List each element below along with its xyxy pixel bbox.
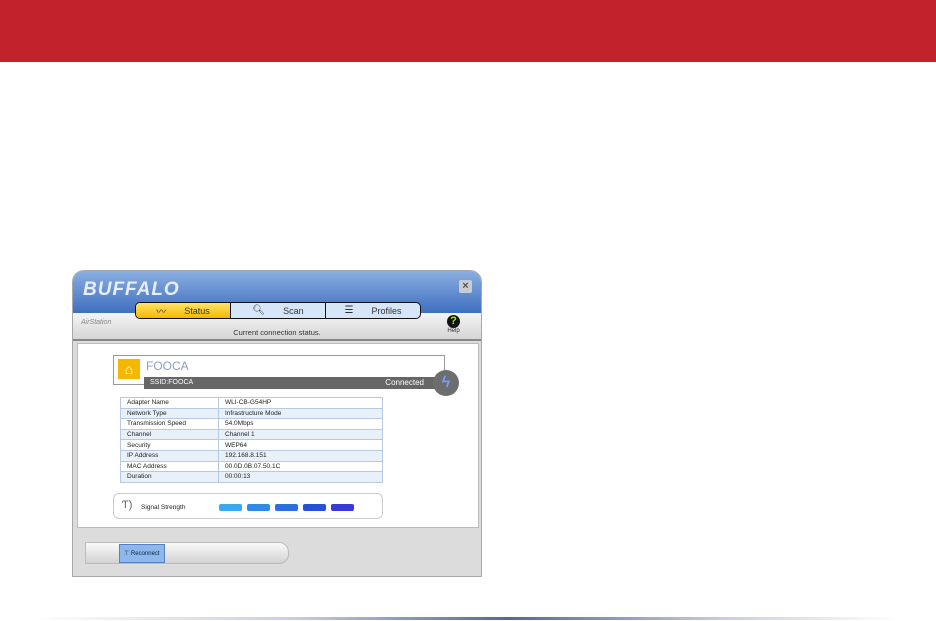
document-icon: ☰ — [344, 305, 354, 316]
ssid-text: SSID:FOOCA — [150, 379, 194, 386]
reconnect-icon: ⊤ — [124, 551, 131, 557]
connected-icon: ϟ — [433, 370, 459, 396]
tab-label: Profiles — [371, 305, 402, 316]
detail-label: Duration — [120, 471, 219, 483]
detail-label: MAC Address — [120, 460, 219, 473]
footer-divider — [30, 617, 900, 620]
detail-label: IP Address — [120, 449, 219, 462]
top-banner — [0, 0, 936, 62]
table-row: Channel Channel 1 — [120, 428, 383, 441]
detail-label: Transmission Speed — [120, 418, 219, 430]
detail-value: 192.168.8.151 — [218, 449, 383, 462]
help-label: Help — [447, 328, 460, 334]
table-row: Adapter Name WLI-CB-G54HP — [120, 397, 383, 409]
detail-value: 00.0D.0B.07.50.1C — [218, 460, 383, 473]
help-button[interactable]: ? Help — [447, 315, 460, 334]
reconnect-button[interactable]: ⊤ Reconnect — [119, 544, 165, 563]
signal-bar — [219, 504, 242, 511]
home-icon: ⌂ — [118, 359, 140, 379]
detail-value: 54.0Mbps — [218, 418, 383, 430]
help-icon: ? — [447, 315, 460, 328]
detail-label: Security — [120, 439, 219, 451]
status-panel: ⌂ FOOCA SSID:FOOCA Connected ϟ Adapter N… — [77, 343, 479, 528]
table-row: Security WEP64 — [120, 439, 383, 451]
tab-scan[interactable]: 🔍︎ Scan — [231, 303, 326, 318]
airstation-brand: AirStation — [81, 319, 112, 326]
table-row: IP Address 192.168.8.151 — [120, 449, 383, 462]
detail-value: Infrastructure Mode — [218, 407, 383, 420]
signal-bar — [275, 504, 298, 511]
detail-label: Network Type — [120, 407, 219, 420]
tab-label: Scan — [283, 305, 304, 316]
signal-wave-icon: 〰 — [156, 307, 167, 318]
close-button[interactable]: × — [459, 280, 472, 293]
client-utility-window: BUFFALO × AirStation Current connection … — [72, 270, 482, 577]
tab-profiles[interactable]: ☰ Profiles — [326, 303, 420, 318]
table-row: Transmission Speed 54.0Mbps — [120, 418, 383, 430]
tab-label: Status — [184, 305, 210, 316]
page-subtitle: Current connection status. — [233, 328, 321, 337]
detail-value: 00:00:13 — [218, 471, 383, 483]
signal-bar — [247, 504, 270, 511]
signal-bar — [303, 504, 326, 511]
action-bar: ⊤ Reconnect — [85, 542, 289, 564]
detail-label: Channel — [120, 428, 219, 441]
detail-value: Channel 1 — [218, 428, 383, 441]
detail-label: Adapter Name — [120, 397, 219, 409]
detail-value: WLI-CB-G54HP — [218, 397, 383, 409]
table-row: MAC Address 00.0D.0B.07.50.1C — [120, 460, 383, 473]
signal-label: Signal Strength — [141, 504, 186, 511]
buffalo-logo: BUFFALO — [83, 279, 180, 300]
signal-strength-box: Ƭ) Signal Strength — [113, 493, 383, 519]
connection-status: Connected — [385, 378, 424, 387]
profile-name: FOOCA — [146, 359, 189, 373]
table-row: Duration 00:00:13 — [120, 471, 383, 483]
ssid-bar: SSID:FOOCA Connected — [144, 377, 446, 389]
tab-bar: 〰 Status 🔍︎ Scan ☰ Profiles — [135, 302, 421, 319]
magnifier-icon: 🔍︎ — [252, 305, 266, 316]
reconnect-label: Reconnect — [130, 551, 160, 557]
signal-bar — [331, 504, 354, 511]
antenna-icon: Ƭ) — [122, 499, 133, 511]
table-row: Network Type Infrastructure Mode — [120, 407, 383, 420]
tab-status[interactable]: 〰 Status — [136, 303, 231, 318]
detail-value: WEP64 — [218, 439, 383, 451]
details-table: Adapter Name WLI-CB-G54HP Network Type Infr… — [120, 397, 383, 483]
